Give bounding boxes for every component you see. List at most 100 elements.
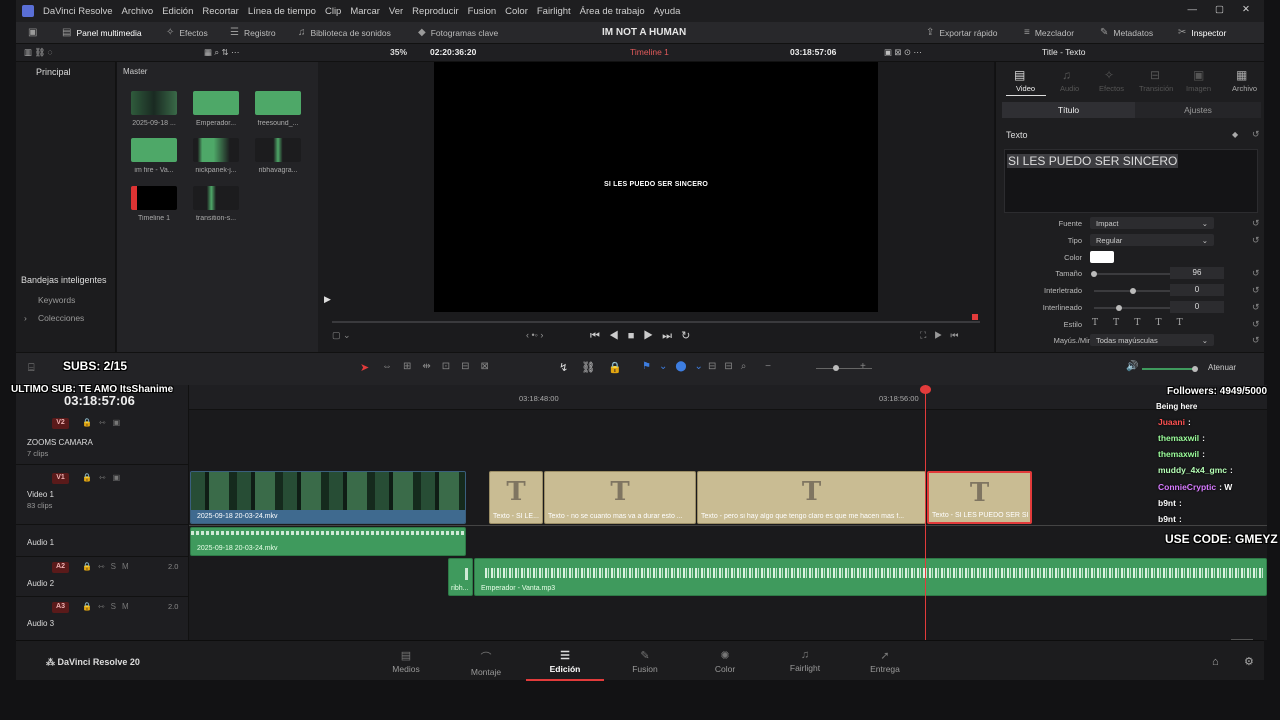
text-section-header[interactable]: Texto — [1006, 130, 1028, 140]
track-controls[interactable]: 🔒⇿▣ — [82, 418, 127, 427]
transition-tab-icon[interactable]: ⊟ — [1150, 68, 1160, 82]
image-tab-icon[interactable]: ▣ — [1193, 68, 1204, 82]
close-icon[interactable]: ✕ — [1242, 4, 1250, 15]
text-clip[interactable]: T Texto - SI LE... — [489, 471, 543, 524]
tab-effects[interactable]: Efectos — [1099, 84, 1124, 93]
size-slider-knob[interactable] — [1091, 271, 1097, 277]
menu-color[interactable]: Color — [505, 6, 528, 17]
transport-controls[interactable]: ⏮◀■▶⏭↻ — [590, 329, 699, 343]
page-montaje[interactable]: ⌒ Montaje — [447, 649, 525, 677]
reset-icon[interactable]: ↺ — [1252, 319, 1260, 330]
menu-recortar[interactable]: Recortar — [202, 6, 238, 17]
page-color[interactable]: ✺ Color — [686, 649, 764, 674]
tab-video[interactable]: Video — [1016, 84, 1035, 93]
collections-bin[interactable]: Colecciones — [38, 313, 84, 323]
track-id-badge[interactable]: V1 — [52, 473, 69, 484]
menu-clip[interactable]: Clip — [325, 6, 341, 17]
video-clip[interactable]: 2025-09-18 20-03-24.mkv — [190, 471, 466, 524]
zoom-level[interactable]: 35% — [390, 47, 407, 57]
text-clip[interactable]: T Texto - pero si hay algo que tengo cla… — [697, 471, 926, 524]
quick-export-button[interactable]: ⇪ Exportar rápido — [926, 27, 998, 38]
tab-image[interactable]: Imagen — [1186, 84, 1211, 93]
track-controls[interactable]: 🔒⇿SM — [82, 562, 135, 571]
tracking-slider-knob[interactable] — [1130, 288, 1136, 294]
text-clip-selected[interactable]: T Texto - SI LES PUEDO SER SI... — [927, 471, 1032, 524]
color-swatch[interactable] — [1090, 251, 1114, 263]
menu-ayuda[interactable]: Ayuda — [654, 6, 681, 17]
playhead-handle[interactable] — [920, 385, 931, 394]
playhead-marker[interactable] — [972, 314, 978, 320]
track-a1[interactable]: Audio 1 — [16, 525, 189, 557]
menu-ver[interactable]: Ver — [389, 6, 403, 17]
page-fairlight[interactable]: ♫ Fairlight — [766, 649, 844, 673]
subtab-ajustes[interactable]: Ajustes — [1135, 102, 1261, 118]
audio-clip[interactable]: Emperador - Vanta.mp3 — [474, 558, 1267, 596]
type-select[interactable]: Regular ⌄ — [1090, 234, 1214, 246]
timeline-thumb[interactable] — [131, 186, 177, 210]
menu-reproducir[interactable]: Reproducir — [412, 6, 458, 17]
track-id-badge[interactable]: A2 — [52, 562, 69, 573]
video-preview[interactable]: SI LES PUEDO SER SINCERO — [434, 62, 878, 312]
track-controls[interactable]: 🔒⇿SM — [82, 602, 135, 611]
viewer-overlay-icon[interactable]: ▶ — [324, 294, 331, 305]
reset-icon[interactable]: ↺ — [1252, 302, 1260, 313]
leading-field[interactable]: 0 — [1170, 301, 1224, 313]
audio-tab-icon[interactable]: ♫ — [1062, 68, 1071, 82]
subtab-titulo[interactable]: Título — [1002, 102, 1135, 118]
viewer-size-icon[interactable]: ▢ ⌄ — [332, 330, 351, 341]
track-id-badge[interactable]: V2 — [52, 418, 69, 429]
page-entrega[interactable]: ➚ Entrega — [846, 649, 924, 674]
clip-thumb-audio[interactable] — [193, 91, 239, 115]
viewer-options-icon[interactable]: ▣ ⊠ ⊙ ⋯ — [884, 47, 922, 58]
sound-library-button[interactable]: ♫ Biblioteca de sonidos — [298, 27, 391, 38]
selection-tool-icon[interactable]: ➤ — [360, 361, 369, 374]
maximize-icon[interactable]: ▢ — [1215, 4, 1224, 15]
media-pool-button[interactable]: ▤ Panel multimedia — [62, 27, 142, 38]
playhead[interactable] — [925, 385, 926, 640]
track-id-badge[interactable]: A3 — [52, 602, 69, 613]
audio-clip[interactable]: 2025-09-18 20-03-24.mkv — [190, 527, 466, 556]
settings-gear-icon[interactable]: ⚙ — [1244, 655, 1254, 668]
reset-icon[interactable]: ↺ — [1252, 129, 1260, 140]
clip-thumb-audio[interactable] — [255, 138, 301, 162]
workspace-toggle[interactable]: ▣ — [28, 27, 37, 38]
timeline-area[interactable]: 03:18:48:00 03:18:56:00 2025-09-18 20-03… — [189, 385, 1267, 640]
clip-thumb-audio[interactable] — [255, 91, 301, 115]
menu-linea-tiempo[interactable]: Línea de tiempo — [248, 6, 316, 17]
track-a2[interactable]: A2 🔒⇿SM 2.0 Audio 2 — [16, 557, 189, 597]
list-view-icon[interactable]: ▥ ⛓ ◌ — [24, 47, 53, 58]
volume-slider[interactable] — [1142, 368, 1196, 370]
keyframe-diamond-icon[interactable]: ◆ — [1232, 130, 1238, 139]
clip-thumb-audio[interactable] — [131, 138, 177, 162]
text-style-buttons[interactable]: TTTTT — [1092, 318, 1198, 328]
log-button[interactable]: ☰ Registro — [230, 27, 276, 38]
clip-thumb-audio[interactable] — [193, 138, 239, 162]
menu-fusion[interactable]: Fusion — [468, 6, 497, 17]
tab-file[interactable]: Archivo — [1232, 84, 1257, 93]
principal-bin[interactable]: Principal — [36, 67, 71, 77]
edit-tools[interactable]: ⇔⊞⇹⊡⊟⊠ — [382, 361, 500, 372]
page-edicion[interactable]: ☰ Edición — [526, 649, 604, 681]
reset-icon[interactable]: ↺ — [1252, 268, 1260, 279]
scrubber-bar[interactable] — [332, 321, 980, 323]
minimize-icon[interactable]: — — [1188, 4, 1198, 15]
leading-slider-knob[interactable] — [1116, 305, 1122, 311]
collections-chevron-icon[interactable]: › — [24, 313, 27, 323]
menu-archivo[interactable]: Archivo — [122, 6, 154, 17]
jog-control-icon[interactable]: ‹ •◦ › — [526, 330, 543, 340]
effects-button[interactable]: ✧ Efectos — [166, 27, 208, 38]
size-slider[interactable] — [1094, 273, 1172, 275]
timeline-selector[interactable]: Timeline 1 — [630, 47, 669, 57]
timeline-view-icon[interactable]: ⌸ — [28, 362, 35, 375]
track-a3[interactable]: A3 🔒⇿SM 2.0 Audio 3 — [16, 597, 189, 640]
flag-marker-tools[interactable]: ⚑⌄⬤⌄ — [642, 361, 711, 372]
track-v1[interactable]: V1 🔒⇿▣ Video 1 83 clips — [16, 465, 189, 525]
audio-clip[interactable]: ribh... — [448, 558, 473, 596]
zoom-tools[interactable]: ⊟⊟⌕ − — [708, 361, 779, 372]
leading-slider[interactable] — [1094, 307, 1172, 309]
menu-edicion[interactable]: Edición — [162, 6, 193, 17]
size-field[interactable]: 96 — [1170, 267, 1224, 279]
clip-thumb-audio[interactable] — [193, 186, 239, 210]
font-select[interactable]: Impact ⌄ — [1090, 217, 1214, 229]
zoom-in-icon[interactable]: + — [860, 361, 866, 372]
